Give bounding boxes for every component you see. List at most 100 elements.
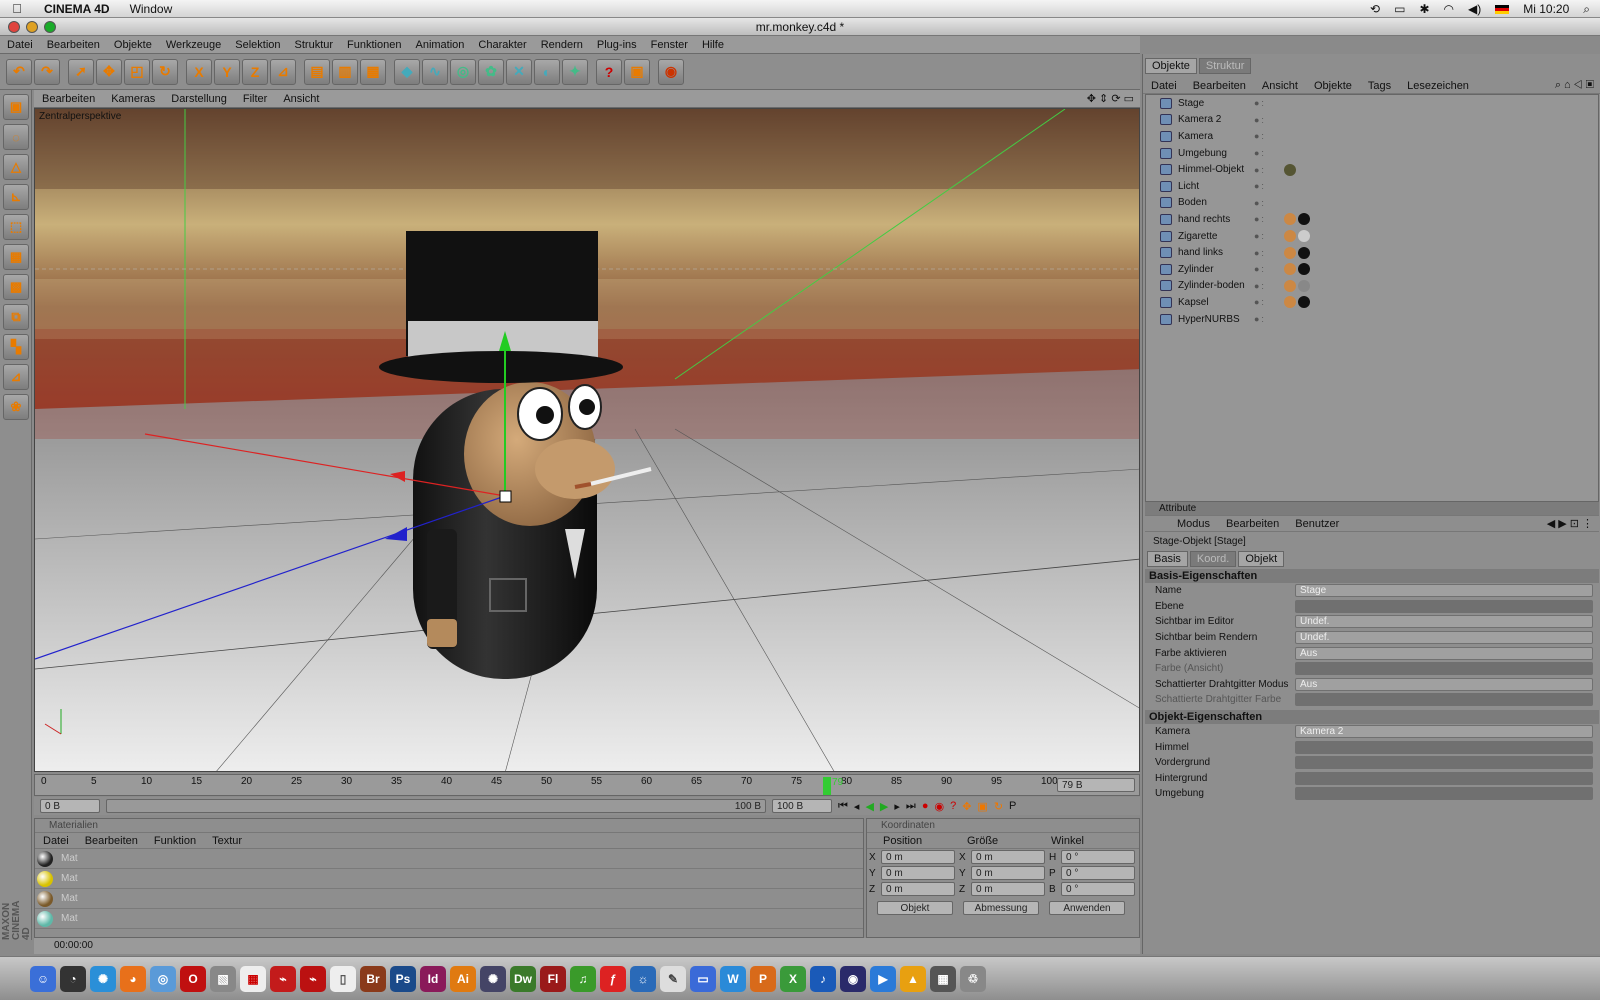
object-row[interactable]: hand rechts ●: (1146, 211, 1598, 228)
wifi-icon[interactable]: ◠ (1444, 2, 1454, 16)
viewport-layout-icon[interactable]: ▣ (3, 94, 29, 120)
illustrator-icon[interactable]: Ai (450, 965, 476, 992)
tab-struktur[interactable]: Struktur (1198, 58, 1252, 74)
obj-search-icon[interactable]: ⌕ ⌂ ◁ ▣ (1555, 79, 1600, 92)
indesign-icon[interactable]: Id (420, 965, 446, 992)
dreamweaver-icon[interactable]: Dw (510, 965, 536, 992)
menu-rendern[interactable]: Rendern (534, 39, 590, 51)
menu-charakter[interactable]: Charakter (471, 39, 533, 51)
visibility-dots-icon[interactable]: ●: (1254, 165, 1266, 175)
finder-icon[interactable]: ☺ (30, 965, 56, 992)
vlc-icon[interactable]: ▲ (900, 965, 926, 992)
goto-end-icon[interactable]: ⏭ (906, 800, 916, 813)
object-tag-icon[interactable] (1298, 296, 1310, 309)
zoom-window-button[interactable] (44, 21, 56, 33)
play-backward-icon[interactable]: ◀ (865, 800, 873, 813)
vp-menu-darstellung[interactable]: Darstellung (163, 93, 235, 105)
attribute-value-field[interactable] (1295, 756, 1593, 770)
browser-icon[interactable]: ◎ (150, 965, 176, 992)
flag-icon[interactable] (1495, 4, 1510, 14)
object-tag-icon[interactable] (1298, 279, 1310, 292)
menu-animation[interactable]: Animation (408, 39, 471, 51)
range-slider[interactable]: 100 B (106, 799, 766, 813)
viewport-nav-icons[interactable]: ✥ ⇕ ⟳ ▭ (1087, 92, 1134, 105)
obj-menu-bearbeiten[interactable]: Bearbeiten (1185, 80, 1254, 92)
light-object-icon[interactable]: ✦ (562, 58, 588, 85)
nurbs-icon[interactable]: ◎ (450, 58, 476, 85)
key-rotation-icon[interactable]: ↻ (994, 800, 1003, 813)
mat-menu-datei[interactable]: Datei (35, 835, 77, 847)
object-row[interactable]: Kamera ●: (1146, 128, 1598, 145)
visibility-dots-icon[interactable]: ●: (1254, 314, 1266, 324)
flash-icon[interactable]: Fl (540, 965, 566, 992)
flash-player-icon[interactable]: ƒ (600, 965, 626, 992)
firefox-icon[interactable]: ◕ (120, 965, 146, 992)
undo-icon[interactable]: ↶ (6, 58, 32, 85)
mat-menu-textur[interactable]: Textur (204, 835, 250, 847)
object-tag-icon[interactable] (1298, 246, 1310, 259)
move-tool-icon[interactable]: ✥ (96, 58, 122, 85)
select-tool-icon[interactable]: ➚ (68, 58, 94, 85)
polygons-tool-icon[interactable]: ▩ (3, 274, 29, 300)
dashboard-icon[interactable]: ◔ (60, 965, 86, 992)
attr-menu-modus[interactable]: Modus (1169, 518, 1218, 530)
attribute-value-field[interactable]: Aus (1295, 646, 1593, 660)
visibility-dots-icon[interactable]: ●: (1254, 198, 1266, 208)
itunes-icon[interactable]: ♫ (570, 965, 596, 992)
menu-objekte[interactable]: Objekte (107, 39, 159, 51)
acrobat-pro-icon[interactable]: ⌁ (300, 965, 326, 992)
key-scale-icon[interactable]: ▣ (977, 800, 987, 813)
next-frame-icon[interactable]: ▸ (894, 800, 900, 813)
object-tool-icon[interactable]: △ (3, 154, 29, 180)
attribute-value-field[interactable] (1295, 787, 1593, 801)
menu-bearbeiten[interactable]: Bearbeiten (40, 39, 107, 51)
obj-menu-objekte[interactable]: Objekte (1306, 80, 1360, 92)
cube-primitive-icon[interactable]: ◆ (394, 58, 420, 85)
coord-value-field[interactable]: 0 ° (1061, 850, 1135, 864)
bluetooth-icon[interactable]: ✱ (1419, 2, 1429, 16)
menu-selektion[interactable]: Selektion (228, 39, 287, 51)
visibility-dots-icon[interactable]: ●: (1254, 231, 1266, 241)
bridge-icon[interactable]: Br (360, 965, 386, 992)
object-tag-icon[interactable] (1298, 230, 1310, 243)
vp-menu-kameras[interactable]: Kameras (103, 93, 163, 105)
object-row[interactable]: Zylinder-boden ●: (1146, 278, 1598, 295)
attr-tab-objekt[interactable]: Objekt (1238, 551, 1285, 567)
material-item[interactable]: Mat (35, 909, 863, 929)
attribute-value-field[interactable] (1295, 599, 1593, 613)
notes-icon[interactable]: ✎ (660, 965, 686, 992)
menu-werkzeuge[interactable]: Werkzeuge (159, 39, 228, 51)
attribute-value-field[interactable] (1295, 771, 1593, 785)
mat-menu-bearbeiten[interactable]: Bearbeiten (77, 835, 146, 847)
app-menu[interactable]: CINEMA 4D (34, 2, 120, 16)
x-axis-lock-button[interactable]: X (186, 58, 212, 85)
textedit-icon[interactable]: ▯ (330, 965, 356, 992)
visibility-dots-icon[interactable]: ●: (1254, 115, 1266, 125)
word-icon[interactable]: W (720, 965, 746, 992)
end-frame-field[interactable]: 100 B (772, 799, 832, 813)
axis-tool-icon[interactable]: ⊾ (3, 184, 29, 210)
layout-icon[interactable]: ▣ (624, 58, 650, 85)
material-item[interactable]: Mat (35, 869, 863, 889)
powerpoint-icon[interactable]: P (750, 965, 776, 992)
model-tool-icon[interactable]: ◌ (3, 124, 29, 150)
attribute-value-field[interactable]: Undef. (1295, 631, 1593, 645)
volume-icon[interactable]: ◀) (1468, 2, 1481, 16)
opera-icon[interactable]: O (180, 965, 206, 992)
array-icon[interactable]: ✿ (478, 58, 504, 85)
redo-icon[interactable]: ↷ (34, 58, 60, 85)
menu-fenster[interactable]: Fenster (644, 39, 695, 51)
clock[interactable]: Mi 10:20 (1523, 2, 1569, 16)
music-icon[interactable]: ♪ (810, 965, 836, 992)
visibility-dots-icon[interactable]: ●: (1254, 131, 1266, 141)
attribute-value-field[interactable]: Stage (1295, 584, 1593, 598)
attr-tab-koord[interactable]: Koord. (1189, 551, 1237, 567)
attr-nav-icons[interactable]: ◀ ▶ ⊡ ⋮ (1547, 517, 1599, 530)
object-tag-icon[interactable] (1284, 279, 1296, 292)
object-row[interactable]: HyperNURBS ●: (1146, 311, 1598, 328)
world-icon[interactable]: ◉ (840, 965, 866, 992)
minimize-window-button[interactable] (26, 21, 38, 33)
prev-frame-icon[interactable]: ◂ (854, 800, 860, 813)
timeline[interactable]: 0 5 10 15 20 25 30 35 40 45 50 55 60 65 70 75 80 85 90 95 10… (34, 774, 1140, 796)
visibility-dots-icon[interactable]: ●: (1254, 264, 1266, 274)
